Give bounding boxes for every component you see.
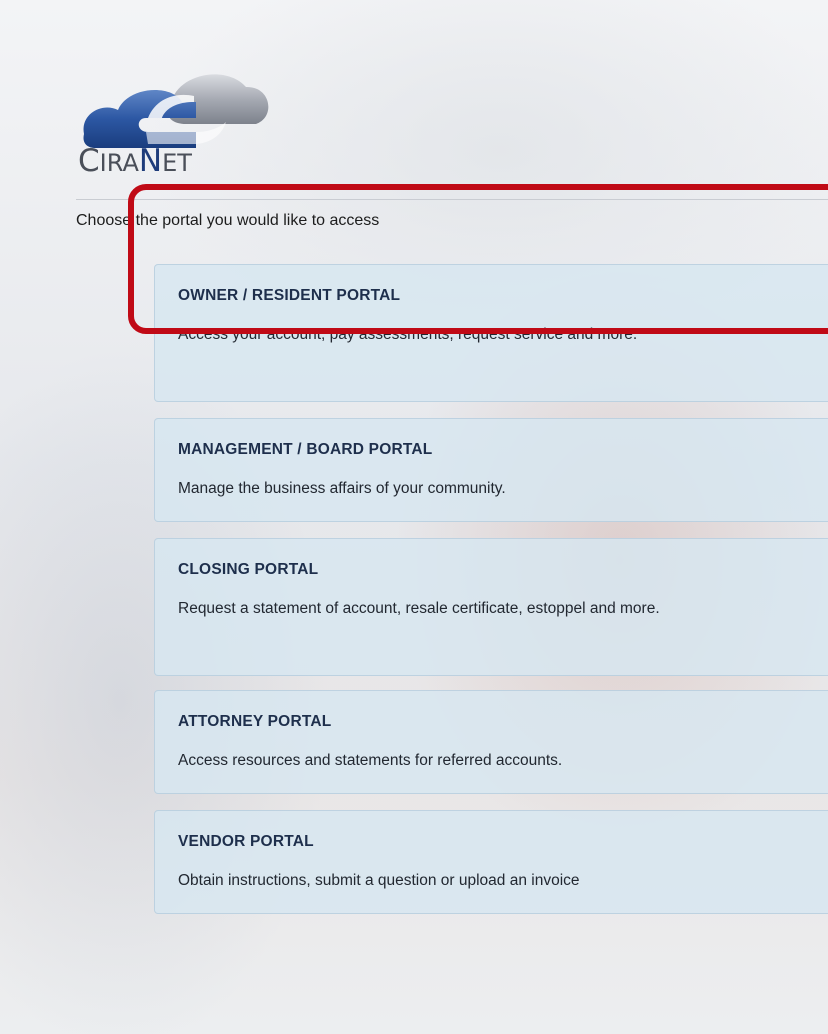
logo-letters-ira: IRA	[99, 149, 139, 177]
portal-title: VENDOR PORTAL	[178, 833, 314, 850]
logo-letters-et: ET	[162, 149, 192, 177]
logo-wordmark: CIRANET	[78, 146, 192, 177]
highlight-annotation-box	[128, 184, 828, 334]
attorney-portal-card[interactable]: ATTORNEY PORTAL Access resources and sta…	[154, 690, 828, 794]
vendor-portal-card[interactable]: VENDOR PORTAL Obtain instructions, submi…	[154, 810, 828, 914]
portal-description: Manage the business affairs of your comm…	[178, 480, 506, 497]
management-board-portal-card[interactable]: MANAGEMENT / BOARD PORTAL Manage the bus…	[154, 418, 828, 522]
portal-description: Obtain instructions, submit a question o…	[178, 872, 580, 889]
portal-description: Request a statement of account, resale c…	[178, 600, 660, 617]
closing-portal-card[interactable]: CLOSING PORTAL Request a statement of ac…	[154, 538, 828, 676]
portal-title: ATTORNEY PORTAL	[178, 713, 332, 730]
portal-description: Access resources and statements for refe…	[178, 752, 563, 769]
logo-letter-c: C	[78, 143, 100, 179]
logo-letter-n: N	[138, 143, 163, 179]
portal-title: MANAGEMENT / BOARD PORTAL	[178, 441, 433, 458]
portal-title: CLOSING PORTAL	[178, 561, 319, 578]
